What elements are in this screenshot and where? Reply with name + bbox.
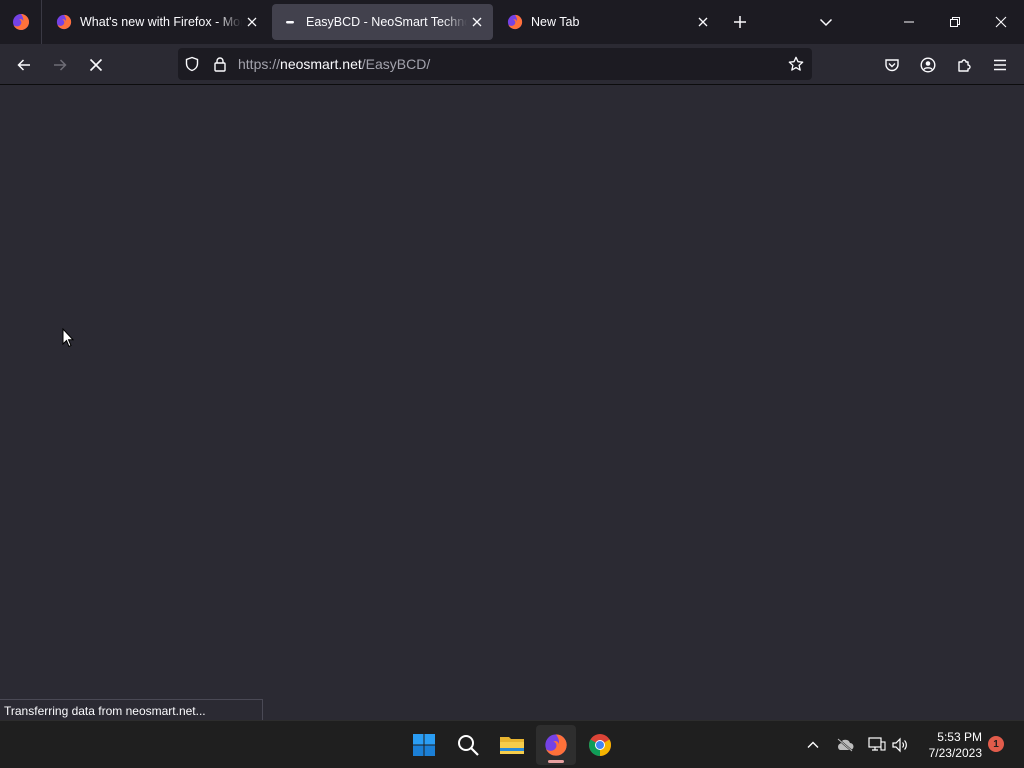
notification-badge[interactable]: 1	[988, 736, 1004, 752]
bookmark-star-icon[interactable]	[788, 56, 804, 72]
network-tray-button[interactable]	[865, 733, 889, 757]
forward-button[interactable]	[45, 50, 75, 80]
url-host: neosmart.net	[280, 56, 362, 72]
windows-taskbar: 5:53 PM 7/23/2023 1	[0, 720, 1024, 768]
tab-title: What's new with Firefox - More	[80, 15, 242, 29]
close-icon	[995, 16, 1007, 28]
hamburger-menu-icon	[994, 59, 1006, 71]
pocket-button[interactable]	[877, 50, 907, 80]
firefox-icon	[12, 14, 29, 31]
start-button[interactable]	[404, 725, 444, 765]
account-button[interactable]	[913, 50, 943, 80]
chevron-up-icon	[807, 741, 819, 748]
url-scheme: https://	[238, 56, 281, 72]
chrome-taskbar-button[interactable]	[580, 725, 620, 765]
extensions-button[interactable]	[949, 50, 979, 80]
tab-easybcd[interactable]: EasyBCD - NeoSmart Technolog	[272, 4, 493, 40]
search-icon	[458, 735, 479, 756]
clock-date: 7/23/2023	[928, 746, 982, 760]
tab-title: New Tab	[531, 15, 580, 29]
firefox-view-button[interactable]	[0, 0, 42, 44]
url-path: /EasyBCD/	[361, 56, 431, 72]
url-text[interactable]: https://neosmart.net/EasyBCD/	[238, 56, 430, 72]
tab-title: EasyBCD - NeoSmart Technolog	[306, 15, 467, 29]
stop-icon	[89, 58, 103, 72]
app-menu-button[interactable]	[985, 50, 1015, 80]
tab-new-tab[interactable]: New Tab	[497, 4, 719, 40]
address-bar[interactable]: https://neosmart.net/EasyBCD/	[178, 48, 812, 80]
network-icon	[868, 737, 886, 751]
new-tab-button[interactable]	[726, 8, 754, 36]
arrow-left-icon	[17, 59, 30, 71]
close-tab-icon[interactable]	[693, 12, 713, 32]
volume-tray-button[interactable]	[888, 733, 912, 757]
firefox-icon	[545, 734, 567, 756]
loading-dots-icon	[282, 14, 298, 30]
speaker-icon	[892, 737, 907, 753]
onedrive-tray-button[interactable]	[833, 733, 857, 757]
arrow-right-icon	[54, 59, 67, 71]
close-tab-icon[interactable]	[242, 12, 262, 32]
chevron-down-icon	[819, 18, 833, 27]
firefox-icon	[507, 14, 523, 30]
firefox-taskbar-button[interactable]	[536, 725, 576, 765]
clock-time: 5:53 PM	[937, 730, 982, 744]
search-button[interactable]	[448, 725, 488, 765]
restore-button[interactable]	[932, 0, 978, 44]
navigation-toolbar: https://neosmart.net/EasyBCD/	[0, 44, 1024, 85]
mouse-cursor-icon	[62, 327, 75, 353]
plus-icon	[734, 16, 746, 28]
chrome-icon	[589, 734, 611, 756]
minimize-icon	[904, 21, 914, 23]
active-app-indicator	[548, 760, 564, 763]
back-button[interactable]	[9, 50, 39, 80]
clock[interactable]: 5:53 PM 7/23/2023	[918, 729, 982, 761]
lock-icon[interactable]	[212, 56, 228, 72]
status-panel: Transferring data from neosmart.net...	[0, 699, 263, 720]
stop-button[interactable]	[81, 50, 111, 80]
show-hidden-icons-button[interactable]	[801, 733, 825, 757]
restore-icon	[950, 17, 960, 27]
account-icon	[920, 57, 936, 73]
tracking-protection-shield-icon[interactable]	[184, 56, 200, 72]
list-all-tabs-button[interactable]	[812, 8, 840, 36]
close-window-button[interactable]	[978, 0, 1024, 44]
file-explorer-icon	[500, 737, 524, 754]
file-explorer-button[interactable]	[492, 725, 532, 765]
puzzle-piece-icon	[958, 59, 971, 72]
tab-strip: What's new with Firefox - More EasyBCD -…	[0, 0, 1024, 44]
windows-start-icon	[413, 734, 435, 756]
close-tab-icon[interactable]	[467, 12, 487, 32]
cloud-offline-icon	[837, 738, 854, 752]
tab-whats-new[interactable]: What's new with Firefox - More	[46, 4, 268, 40]
minimize-button[interactable]	[886, 0, 932, 44]
firefox-icon	[56, 14, 72, 30]
pocket-icon	[885, 59, 899, 72]
page-content-area	[0, 85, 1024, 720]
